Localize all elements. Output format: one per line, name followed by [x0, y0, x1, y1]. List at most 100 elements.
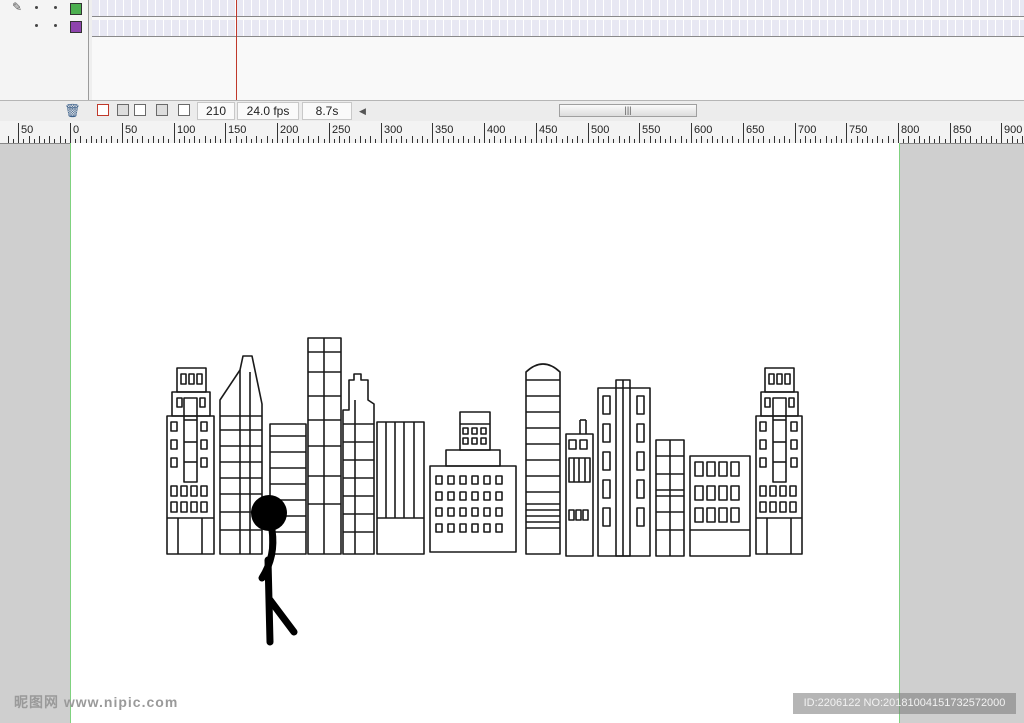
ruler-tick	[29, 136, 30, 143]
ruler-tick	[463, 136, 464, 143]
ruler-tick	[1001, 123, 1002, 143]
ruler-tick	[639, 123, 640, 143]
ruler-tick	[391, 136, 392, 143]
building-11[interactable]	[655, 439, 685, 557]
ruler-label: 850	[953, 124, 972, 136]
building-12[interactable]	[689, 455, 751, 557]
ruler-tick	[111, 136, 112, 143]
ruler-tick	[805, 136, 806, 143]
ruler-tick	[205, 136, 206, 143]
watermark-left: 昵图网 www.nipic.com	[14, 694, 179, 710]
horizontal-ruler: 50 0 50 100 150 200 250 300 350 400 450 500 550 600 65…	[0, 121, 1024, 144]
ruler-label: 750	[849, 124, 868, 136]
building-10[interactable]	[597, 379, 651, 557]
ruler-tick	[691, 123, 692, 143]
ruler-label: 50	[21, 124, 34, 136]
building-9[interactable]	[565, 419, 594, 557]
ruler-tick	[484, 123, 485, 143]
layer-row-2[interactable]	[0, 18, 88, 36]
ruler-tick	[815, 136, 816, 143]
ruler-tick	[225, 123, 226, 143]
ruler-tick	[877, 136, 878, 143]
building-4[interactable]	[307, 337, 342, 555]
ruler-tick	[681, 136, 682, 143]
ruler-tick	[381, 123, 382, 143]
frame-rate-field[interactable]: 24.0 fps	[237, 102, 299, 120]
ruler-tick	[184, 136, 185, 143]
ruler-tick	[556, 136, 557, 143]
trash-icon[interactable]: 🗑	[64, 101, 81, 121]
horizontal-scroll-thumb[interactable]: |||	[559, 104, 697, 117]
ruler-tick	[142, 136, 143, 143]
timeline-panel: ✎	[0, 0, 1024, 103]
ruler-label: 250	[332, 124, 351, 136]
ruler-tick	[1022, 136, 1023, 143]
modify-markers-icon[interactable]	[178, 104, 190, 116]
scroll-left-icon[interactable]: ◀	[359, 101, 366, 121]
frame-grid[interactable]	[92, 0, 1024, 100]
scroll-grip: |||	[624, 105, 632, 115]
stick-figure[interactable]	[251, 495, 298, 646]
building-13[interactable]	[755, 367, 803, 555]
ruler-label: 450	[539, 124, 558, 136]
ruler-tick	[795, 123, 796, 143]
ruler-tick	[650, 136, 651, 143]
visibility-dot[interactable]	[35, 6, 38, 9]
ruler-tick	[660, 136, 661, 143]
building-8[interactable]	[525, 363, 561, 555]
ruler-label: 0	[73, 124, 80, 136]
onion-skin-icon[interactable]	[117, 104, 129, 116]
onion-outline-icon[interactable]	[134, 104, 146, 116]
ruler-tick	[1012, 136, 1013, 143]
ruler-label: 700	[798, 124, 817, 136]
playhead[interactable]	[236, 0, 237, 103]
ruler-tick	[588, 123, 589, 143]
ruler-tick	[287, 136, 288, 143]
ruler-tick	[174, 123, 175, 143]
ruler-tick	[846, 123, 847, 143]
ruler-tick	[318, 136, 319, 143]
ruler-tick	[515, 136, 516, 143]
ruler-tick	[194, 136, 195, 143]
ruler-tick	[784, 136, 785, 143]
center-frame-icon[interactable]	[97, 104, 109, 116]
ruler-tick	[360, 136, 361, 143]
ruler-tick	[939, 136, 940, 143]
lock-dot[interactable]	[54, 6, 57, 9]
layer-list: ✎	[0, 0, 89, 103]
skyline-artwork[interactable]	[0, 143, 1024, 723]
ruler-tick	[712, 136, 713, 143]
ruler-tick	[836, 136, 837, 143]
ruler-tick	[774, 136, 775, 143]
building-6[interactable]	[376, 421, 425, 555]
ruler-label: 550	[642, 124, 661, 136]
frame-row-2[interactable]	[92, 20, 1024, 37]
ruler-tick	[629, 136, 630, 143]
building-1[interactable]	[166, 367, 215, 555]
ruler-label: 800	[901, 124, 920, 136]
visibility-dot[interactable]	[35, 24, 38, 27]
ruler-tick	[525, 136, 526, 143]
edit-multiple-frames-icon[interactable]	[156, 104, 168, 116]
ruler-label: 200	[280, 124, 299, 136]
ruler-tick	[619, 136, 620, 143]
ruler-tick	[70, 123, 71, 143]
layer-color-swatch[interactable]	[70, 3, 82, 15]
ruler-tick	[919, 136, 920, 143]
ruler-tick	[908, 136, 909, 143]
building-5[interactable]	[342, 373, 375, 555]
ruler-tick	[256, 136, 257, 143]
ruler-tick	[432, 123, 433, 143]
ruler-label: 350	[435, 124, 454, 136]
ruler-label: 100	[177, 124, 196, 136]
ruler-tick	[598, 136, 599, 143]
ruler-tick	[763, 136, 764, 143]
frame-row-1[interactable]	[92, 0, 1024, 17]
ruler-tick	[91, 136, 92, 143]
layer-color-swatch[interactable]	[70, 21, 82, 33]
layer-row-1[interactable]: ✎	[0, 0, 88, 18]
ruler-label: 150	[228, 124, 247, 136]
watermark-right: ID:2206122 NO:20181004151732572000	[793, 693, 1016, 714]
lock-dot[interactable]	[54, 24, 57, 27]
building-7[interactable]	[429, 411, 517, 553]
